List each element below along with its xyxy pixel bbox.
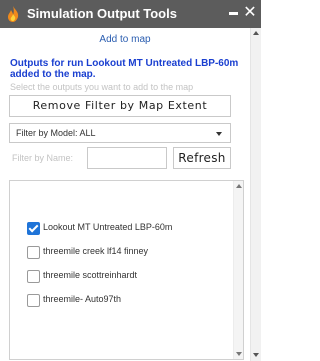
outputs-list: Lookout MT Untreated LBP-60m threemile c… (9, 180, 244, 360)
model-filter-select[interactable]: Filter by Model: ALL (9, 123, 231, 143)
output-label: Lookout MT Untreated LBP-60m (43, 222, 173, 232)
chevron-down-icon (216, 132, 222, 136)
output-checkbox[interactable] (27, 222, 40, 235)
name-filter-label: Filter by Name: (12, 153, 74, 163)
select-instructions: Select the outputs you want to add to th… (10, 82, 194, 92)
refresh-button[interactable]: Refresh (173, 147, 231, 169)
model-filter-value: Filter by Model: ALL (16, 128, 96, 138)
output-checkbox[interactable] (27, 294, 40, 307)
outputs-added-message: Outputs for run Lookout MT Untreated LBP… (10, 58, 239, 80)
window-title: Simulation Output Tools (27, 6, 177, 21)
scroll-up-icon[interactable] (236, 184, 242, 188)
output-label: threemile creek lf14 finney (43, 246, 149, 256)
flame-icon (8, 6, 19, 22)
scroll-up-icon[interactable] (253, 31, 259, 35)
remove-filter-button[interactable]: Remove Filter by Map Extent (9, 95, 231, 117)
output-label: threemile scottreinhardt (43, 270, 138, 280)
close-icon[interactable]: ✕ (242, 4, 258, 22)
add-to-map-link[interactable]: Add to map (0, 34, 250, 45)
tool-panel: Add to map Outputs for run Lookout MT Un… (0, 28, 250, 361)
title-bar[interactable]: Simulation Output Tools ✕ (0, 0, 261, 28)
panel-scrollbar[interactable] (250, 28, 261, 361)
output-checkbox[interactable] (27, 246, 40, 259)
output-label: threemile- Auto97th (43, 294, 122, 304)
list-scrollbar[interactable] (233, 181, 243, 359)
minimize-icon[interactable] (229, 12, 238, 15)
output-checkbox[interactable] (27, 270, 40, 283)
name-filter-input[interactable] (87, 147, 167, 169)
scroll-down-icon[interactable] (236, 352, 242, 356)
scroll-down-icon[interactable] (253, 353, 259, 357)
